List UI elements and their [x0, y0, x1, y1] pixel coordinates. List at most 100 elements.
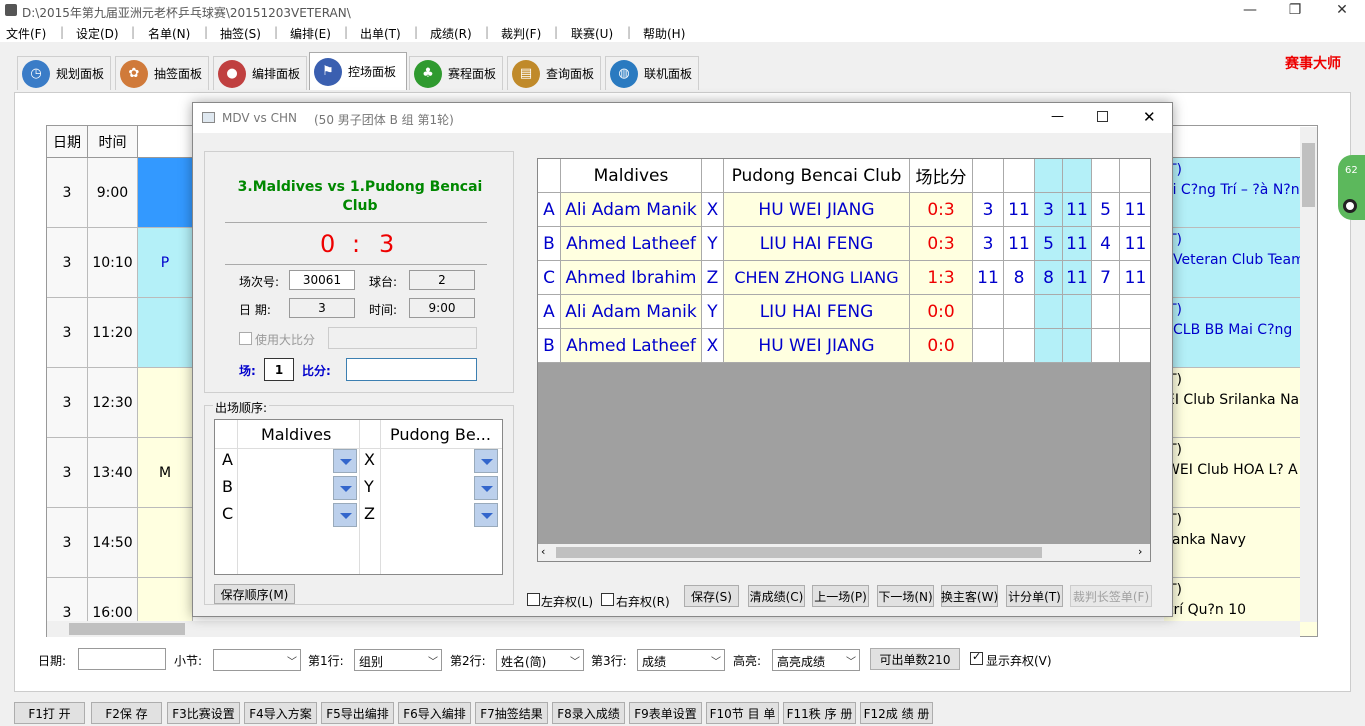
menu-league[interactable]: 联赛(U) [571, 25, 613, 42]
menu-schedule[interactable]: 编排(E) [290, 25, 331, 42]
maximize-button[interactable]: ❐ [1285, 2, 1305, 18]
result-game-score[interactable] [1063, 295, 1092, 329]
player-b-dropdown[interactable] [333, 476, 357, 500]
row3-select[interactable]: 成绩 ﹀ [637, 649, 725, 671]
save-order-button[interactable]: 保存顺序(M) [214, 584, 295, 604]
grid-horizontal-scrollbar[interactable] [47, 621, 1300, 637]
match-no-field[interactable]: 30061 [289, 270, 355, 290]
cell-match[interactable] [138, 298, 193, 368]
result-game-score[interactable]: 11 [1120, 193, 1150, 227]
result-game-score[interactable]: 11 [1120, 261, 1150, 295]
result-game-score[interactable]: 4 [1092, 227, 1120, 261]
tab-planning[interactable]: ◷ 规划面板 [17, 56, 111, 90]
scroll-thumb[interactable] [1302, 143, 1315, 207]
result-game-score[interactable] [973, 295, 1004, 329]
minimize-button[interactable]: — [1240, 2, 1260, 18]
f7-draw-results-button[interactable]: F7抽签结果 [475, 702, 548, 724]
swap-home-away-button[interactable]: 换主客(W) [941, 585, 998, 607]
side-widget[interactable]: 62 [1338, 155, 1365, 220]
player-y-dropdown[interactable] [474, 476, 498, 500]
scroll-thumb[interactable] [69, 623, 185, 635]
f8-enter-results-button[interactable]: F8录入成绩 [552, 702, 625, 724]
close-button[interactable]: ✕ [1332, 2, 1352, 18]
maximize-button[interactable] [1097, 111, 1108, 122]
tab-query[interactable]: ▤ 查询面板 [507, 56, 601, 90]
grid-vertical-scrollbar[interactable] [1300, 127, 1317, 622]
cell-match[interactable] [138, 158, 193, 228]
cell-match[interactable]: P [138, 228, 193, 298]
result-game-score[interactable] [1120, 329, 1150, 363]
show-forfeit-checkbox[interactable]: ✓ [970, 650, 983, 665]
f10-program-button[interactable]: F10节 目 单 [706, 702, 779, 724]
result-game-score[interactable]: 11 [1004, 193, 1035, 227]
player-x-dropdown[interactable] [474, 449, 498, 473]
referee-signature-button[interactable]: 裁判长签单(F) [1070, 585, 1152, 607]
tab-schedule[interactable]: ♣ 赛程面板 [409, 56, 503, 90]
f9-form-settings-button[interactable]: F9表单设置 [629, 702, 702, 724]
result-game-score[interactable]: 8 [1035, 261, 1063, 295]
tab-online[interactable]: ◍ 联机面板 [605, 56, 699, 90]
menu-file[interactable]: 文件(F) [6, 25, 46, 42]
result-game-score[interactable] [1035, 329, 1063, 363]
player-z-dropdown[interactable] [474, 503, 498, 527]
f1-open-button[interactable]: F1打 开 [14, 702, 85, 724]
menu-settings[interactable]: 设定(D) [76, 25, 119, 42]
result-game-score[interactable] [1120, 295, 1150, 329]
cell-match[interactable]: M [138, 438, 193, 508]
result-game-score[interactable] [1004, 329, 1035, 363]
cell-match[interactable] [138, 368, 193, 438]
close-button[interactable]: ✕ [1143, 108, 1156, 126]
result-game-score[interactable]: 11 [1004, 227, 1035, 261]
score-sheet-button[interactable]: 计分单(T) [1006, 585, 1063, 607]
result-game-score[interactable]: 5 [1092, 193, 1120, 227]
player-a-dropdown[interactable] [333, 449, 357, 473]
order-table[interactable]: Maldives Pudong Be... A B C X Y Z [214, 419, 503, 575]
scroll-thumb[interactable] [556, 547, 1042, 558]
tab-arrange[interactable]: ● 编排面板 [213, 56, 307, 90]
results-horizontal-scrollbar[interactable]: ‹ › [538, 544, 1150, 561]
f6-import-schedule-button[interactable]: F6导入编排 [398, 702, 471, 724]
result-game-score[interactable] [1063, 329, 1092, 363]
result-game-score[interactable] [1092, 329, 1120, 363]
result-game-score[interactable]: 8 [1004, 261, 1035, 295]
save-button[interactable]: 保存(S) [684, 585, 739, 607]
minimize-button[interactable]: — [1051, 109, 1064, 124]
highlight-select[interactable]: 高亮成绩 ﹀ [772, 649, 860, 671]
f5-export-schedule-button[interactable]: F5导出编排 [321, 702, 394, 724]
f12-results-book-button[interactable]: F12成 绩 册 [860, 702, 933, 724]
tab-control[interactable]: ⚑ 控场面板 [309, 52, 407, 90]
result-game-score[interactable]: 11 [973, 261, 1004, 295]
scroll-left-icon[interactable]: ‹ [541, 545, 545, 558]
row2-select[interactable]: 姓名(简) ﹀ [496, 649, 584, 671]
menu-roster[interactable]: 名单(N) [148, 25, 190, 42]
tab-draw[interactable]: ✿ 抽签面板 [115, 56, 209, 90]
right-forfeit-checkbox[interactable] [601, 593, 614, 606]
result-game-score[interactable]: 5 [1035, 227, 1063, 261]
result-game-score[interactable]: 11 [1063, 193, 1092, 227]
result-game-score[interactable]: 7 [1092, 261, 1120, 295]
next-match-button[interactable]: 下一场(N) [877, 585, 934, 607]
scroll-right-icon[interactable]: › [1138, 545, 1142, 558]
result-game-score[interactable]: 11 [1120, 227, 1150, 261]
result-game-score[interactable]: 3 [973, 193, 1004, 227]
result-game-score[interactable]: 11 [1063, 227, 1092, 261]
result-game-score[interactable] [973, 329, 1004, 363]
player-c-dropdown[interactable] [333, 503, 357, 527]
result-game-score[interactable] [1092, 295, 1120, 329]
left-forfeit-checkbox[interactable] [527, 593, 540, 606]
menu-help[interactable]: 帮助(H) [643, 25, 685, 42]
f2-save-button[interactable]: F2保 存 [91, 702, 162, 724]
menu-draw[interactable]: 抽签(S) [220, 25, 261, 42]
f11-order-book-button[interactable]: F11秩 序 册 [783, 702, 856, 724]
f4-import-plan-button[interactable]: F4导入方案 [244, 702, 317, 724]
date-input[interactable] [78, 648, 166, 670]
row1-select[interactable]: 组别 ﹀ [354, 649, 442, 671]
big-score-checkbox[interactable] [239, 332, 252, 345]
cell-match[interactable] [138, 508, 193, 578]
f3-match-settings-button[interactable]: F3比赛设置 [167, 702, 240, 724]
menu-umpire[interactable]: 裁判(F) [501, 25, 541, 42]
clear-results-button[interactable]: 清成绩(C) [748, 585, 805, 607]
result-game-score[interactable] [1035, 295, 1063, 329]
result-game-score[interactable]: 3 [973, 227, 1004, 261]
menu-results[interactable]: 成绩(R) [430, 25, 472, 42]
